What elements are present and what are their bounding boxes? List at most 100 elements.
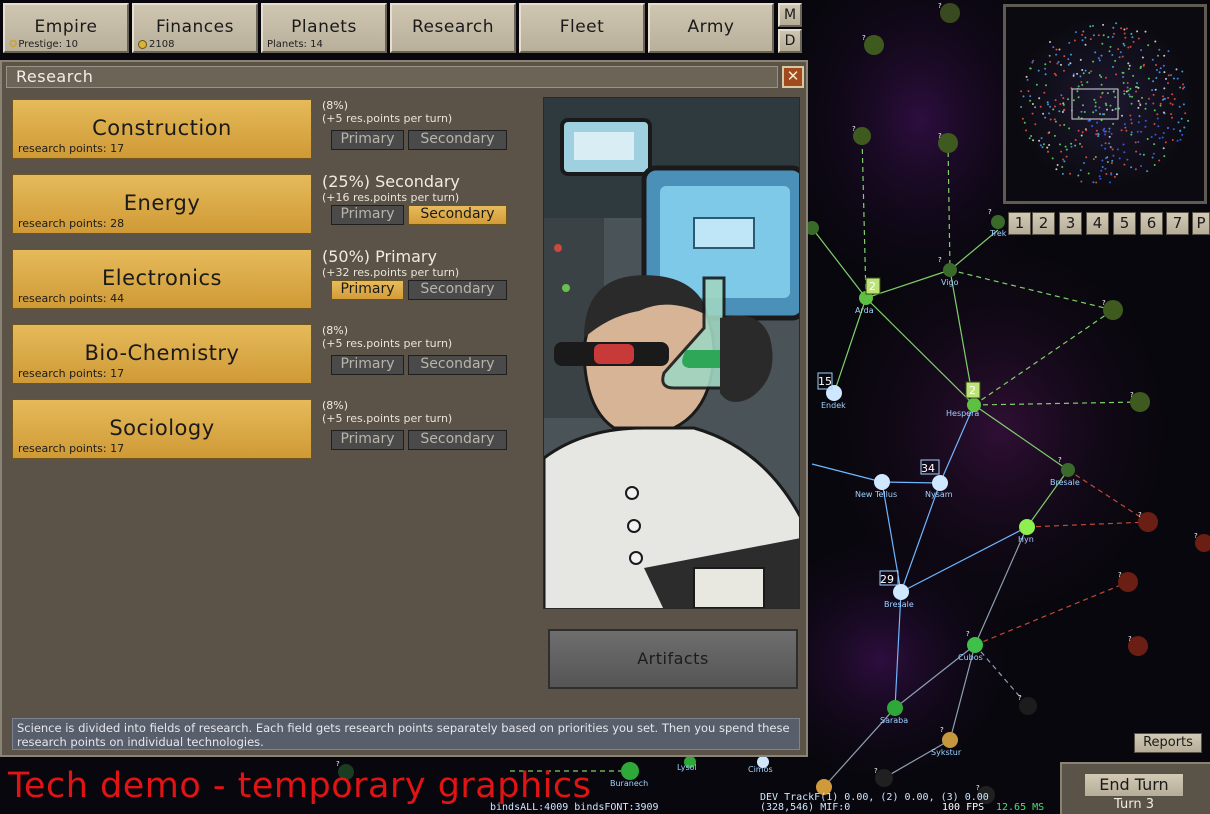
electronics-secondary-button[interactable]: Secondary bbox=[408, 280, 507, 300]
system-label: Vigo bbox=[941, 278, 959, 287]
field-sociology-button[interactable]: Sociology research points: 17 bbox=[12, 399, 312, 459]
tab-fleet-label: Fleet bbox=[559, 17, 605, 37]
debug-binds: bindsALL:4009 bindsFONT:3909 bbox=[490, 802, 659, 813]
system-label: Bresale bbox=[884, 600, 914, 609]
system-label: New Tellus bbox=[855, 490, 897, 499]
view-button-2[interactable]: 2 bbox=[1032, 212, 1055, 235]
system-label: Sykstur bbox=[931, 748, 962, 757]
energy-primary-button[interactable]: Primary bbox=[331, 205, 404, 225]
research-info-text: Science is divided into fields of resear… bbox=[12, 718, 800, 750]
svg-text:?: ? bbox=[852, 125, 856, 133]
field-percent: (25%) bbox=[322, 172, 371, 191]
svg-text:?: ? bbox=[976, 784, 980, 792]
end-turn-button[interactable]: End Turn bbox=[1084, 773, 1184, 797]
construction-secondary-button[interactable]: Secondary bbox=[408, 130, 507, 150]
system-label: Nysam bbox=[925, 490, 953, 499]
money-value: 2108 bbox=[149, 39, 175, 50]
svg-text:?: ? bbox=[938, 256, 942, 264]
map-mode-button[interactable]: M bbox=[778, 3, 802, 27]
sociology-primary-button[interactable]: Primary bbox=[331, 430, 404, 450]
system-label: Buranech bbox=[610, 779, 648, 788]
tab-planets[interactable]: Planets Planets: 14 bbox=[261, 3, 387, 53]
system-label: Cubos bbox=[958, 653, 983, 662]
close-button[interactable]: ✕ bbox=[782, 66, 804, 88]
tab-fleet[interactable]: Fleet bbox=[519, 3, 645, 53]
view-button-5[interactable]: 5 bbox=[1113, 212, 1136, 235]
tab-planets-label: Planets bbox=[291, 17, 357, 37]
field-construction-info: (8%) (+5 res.points per turn) bbox=[322, 99, 532, 125]
field-per-turn: (+5 res.points per turn) bbox=[322, 412, 453, 425]
planets-count: Planets: 14 bbox=[267, 39, 323, 50]
artifacts-button[interactable]: Artifacts bbox=[548, 629, 798, 689]
sociology-secondary-button[interactable]: Secondary bbox=[408, 430, 507, 450]
svg-text:?: ? bbox=[1130, 391, 1134, 399]
energy-secondary-button[interactable]: Secondary bbox=[408, 205, 507, 225]
electronics-primary-button[interactable]: Primary bbox=[331, 280, 404, 300]
svg-text:?: ? bbox=[1138, 511, 1142, 519]
view-button-1[interactable]: 1 bbox=[1008, 212, 1031, 235]
debug-button[interactable]: D bbox=[778, 29, 802, 53]
field-electronics-button[interactable]: Electronics research points: 44 bbox=[12, 249, 312, 309]
svg-text:?: ? bbox=[1194, 532, 1198, 540]
field-priority: Primary bbox=[375, 247, 437, 266]
view-button-3[interactable]: 3 bbox=[1059, 212, 1082, 235]
svg-text:?: ? bbox=[938, 2, 942, 10]
fleet-count: 34 bbox=[921, 462, 935, 475]
field-bio-chemistry-button[interactable]: Bio-Chemistry research points: 17 bbox=[12, 324, 312, 384]
svg-text:?: ? bbox=[874, 767, 878, 775]
field-sociology-info: (8%) (+5 res.points per turn) bbox=[322, 399, 532, 425]
bio-chemistry-primary-button[interactable]: Primary bbox=[331, 355, 404, 375]
field-per-turn: (+5 res.points per turn) bbox=[322, 337, 453, 350]
minimap[interactable] bbox=[1003, 4, 1207, 204]
fleet-count: 2 bbox=[969, 384, 976, 397]
tab-finances[interactable]: Finances 2108 bbox=[132, 3, 258, 53]
construction-primary-button[interactable]: Primary bbox=[331, 130, 404, 150]
field-points: research points: 17 bbox=[18, 142, 125, 155]
svg-text:?: ? bbox=[1128, 635, 1132, 643]
minimap-stars bbox=[1013, 15, 1197, 191]
fleet-count: 29 bbox=[880, 573, 894, 586]
field-energy-button[interactable]: Energy research points: 28 bbox=[12, 174, 312, 234]
system-label: Hyn bbox=[1018, 535, 1034, 544]
prestige-value: Prestige: 10 bbox=[18, 39, 78, 50]
fleet-count: 2 bbox=[869, 280, 876, 293]
field-name: Sociology bbox=[109, 416, 215, 440]
field-percent: (8%) bbox=[322, 399, 349, 412]
research-panel: Research ✕ Construction research points:… bbox=[0, 60, 808, 757]
field-points: research points: 17 bbox=[18, 367, 125, 380]
field-name: Energy bbox=[123, 191, 201, 215]
reports-button[interactable]: Reports bbox=[1134, 733, 1202, 753]
star-icon: ✪ bbox=[9, 39, 18, 50]
field-per-turn: (+32 res.points per turn) bbox=[322, 266, 460, 279]
field-construction-button[interactable]: Construction research points: 17 bbox=[12, 99, 312, 159]
tab-research[interactable]: Research bbox=[390, 3, 516, 53]
system-label: Cimos bbox=[748, 765, 773, 774]
svg-text:?: ? bbox=[1018, 694, 1022, 702]
field-per-turn: (+5 res.points per turn) bbox=[322, 112, 453, 125]
field-electronics-info: (50%) Primary (+32 res.points per turn) bbox=[322, 247, 532, 279]
tab-army-label: Army bbox=[687, 17, 735, 37]
svg-text:?: ? bbox=[988, 208, 992, 216]
svg-text:?: ? bbox=[862, 34, 866, 42]
field-percent: (8%) bbox=[322, 99, 349, 112]
svg-text:?: ? bbox=[966, 630, 970, 638]
turn-counter: Turn 3 bbox=[1114, 797, 1154, 812]
fps-counter: 100 FPS bbox=[942, 802, 985, 813]
view-button-4[interactable]: 4 bbox=[1086, 212, 1109, 235]
system-label: Bresale bbox=[1050, 478, 1080, 487]
ms-counter: 12.65 MS bbox=[996, 802, 1045, 813]
panel-title: Research bbox=[6, 66, 778, 88]
bio-chemistry-secondary-button[interactable]: Secondary bbox=[408, 355, 507, 375]
view-button-6[interactable]: 6 bbox=[1140, 212, 1163, 235]
view-button-7[interactable]: 7 bbox=[1166, 212, 1189, 235]
tab-empire[interactable]: Empire ✪Prestige: 10 bbox=[3, 3, 129, 53]
svg-text:?: ? bbox=[940, 726, 944, 734]
view-button-p[interactable]: P bbox=[1192, 212, 1210, 235]
system-label: Lysol bbox=[677, 763, 697, 772]
svg-text:?: ? bbox=[1058, 456, 1062, 464]
field-points: research points: 44 bbox=[18, 292, 125, 305]
system-label: Arda bbox=[855, 306, 874, 315]
svg-text:?: ? bbox=[1102, 299, 1106, 307]
tab-army[interactable]: Army bbox=[648, 3, 774, 53]
system-label: Saraba bbox=[880, 716, 908, 725]
